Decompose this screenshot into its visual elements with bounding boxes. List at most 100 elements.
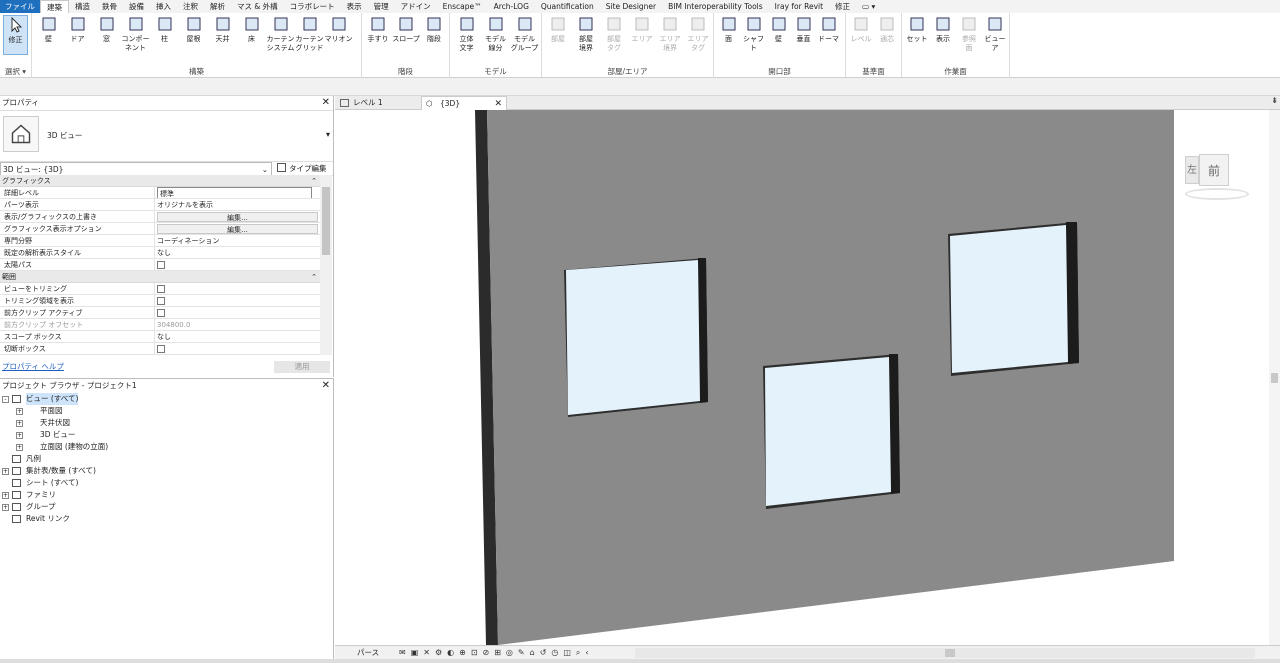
ribbon-tab[interactable]: Arch-LOG: [488, 0, 535, 13]
room-button-2[interactable]: 部屋 タグ: [600, 15, 628, 53]
room-button-5[interactable]: エリア タグ: [684, 15, 712, 53]
model-button-2[interactable]: モデル グループ: [510, 15, 539, 53]
circulation-button-0[interactable]: 手すり: [364, 15, 392, 44]
ribbon-tab[interactable]: 鉄骨: [96, 0, 123, 13]
circulation-button-1[interactable]: スロープ: [392, 15, 420, 44]
browser-item[interactable]: - ビュー (すべて): [0, 393, 333, 405]
ribbon-tab[interactable]: Quantification: [535, 0, 600, 13]
workplane-button-0[interactable]: セット: [904, 15, 930, 44]
view-horizontal-scrollbar[interactable]: [635, 648, 1255, 658]
select-group-label[interactable]: 選択 ▾: [0, 66, 31, 77]
property-value[interactable]: コーディネーション: [155, 235, 320, 246]
ribbon-tab[interactable]: Enscape™: [437, 0, 488, 13]
expand-icon[interactable]: +: [2, 468, 9, 475]
browser-item[interactable]: + 天井伏図: [0, 417, 333, 429]
close-icon[interactable]: ✕: [322, 96, 330, 110]
room-button-3[interactable]: エリア: [628, 15, 656, 44]
build-button-8[interactable]: カーテン システム: [266, 15, 295, 53]
viewcube-front-face[interactable]: 前: [1199, 154, 1229, 186]
modify-button[interactable]: 修正: [3, 15, 28, 55]
workplane-button-2[interactable]: 参照 面: [956, 15, 982, 53]
3d-view-canvas[interactable]: 左 前: [335, 110, 1269, 645]
tab-3d[interactable]: ⬡ {3D} ✕: [421, 96, 507, 110]
model-button-1[interactable]: モデル 線分: [481, 15, 510, 53]
ribbon-tab[interactable]: アドイン: [395, 0, 437, 13]
build-button-10[interactable]: マリオン: [324, 15, 353, 44]
browser-item[interactable]: シート (すべて): [0, 477, 333, 489]
property-value[interactable]: 304800.0: [155, 319, 320, 330]
model-button-0[interactable]: 立体 文字: [452, 15, 481, 53]
browser-item[interactable]: + ファミリ: [0, 489, 333, 501]
ribbon-tab[interactable]: 管理: [368, 0, 395, 13]
build-button-9[interactable]: カーテン グリッド: [295, 15, 324, 53]
close-icon[interactable]: ✕: [494, 97, 502, 111]
ribbon-tab[interactable]: BIM Interoperability Tools: [662, 0, 769, 13]
build-button-1[interactable]: ドア: [63, 15, 92, 44]
properties-scrollbar[interactable]: [320, 175, 332, 355]
ribbon-tab[interactable]: 挿入: [150, 0, 177, 13]
edit-button[interactable]: 編集...: [157, 212, 318, 222]
viewcube-left-face[interactable]: 左: [1185, 156, 1199, 184]
ribbon-menu-icon[interactable]: ▭ ▾: [856, 0, 881, 13]
expand-icon[interactable]: +: [16, 444, 23, 451]
ribbon-tab[interactable]: 解析: [204, 0, 231, 13]
room-button-4[interactable]: エリア 境界: [656, 15, 684, 53]
property-value[interactable]: なし: [155, 331, 320, 342]
opening-button-2[interactable]: 壁: [766, 15, 791, 44]
ribbon-tab[interactable]: 注釈: [177, 0, 204, 13]
opening-button-4[interactable]: ドーマ: [816, 15, 841, 44]
ribbon-tab[interactable]: コラボレート: [284, 0, 341, 13]
browser-item[interactable]: + 平面図: [0, 405, 333, 417]
workplane-button-3[interactable]: ビューア: [982, 15, 1008, 53]
expand-icon[interactable]: +: [2, 492, 9, 499]
properties-section-header[interactable]: グラフィックス ⌃: [0, 175, 320, 187]
edit-button[interactable]: 編集...: [157, 224, 318, 234]
properties-section-header[interactable]: 範囲 ⌃: [0, 271, 320, 283]
room-button-0[interactable]: 部屋: [544, 15, 572, 44]
type-selector[interactable]: 3D ビュー ▾: [0, 110, 333, 162]
expand-icon[interactable]: +: [2, 504, 9, 511]
checkbox[interactable]: [157, 285, 165, 293]
ribbon-tab[interactable]: Site Designer: [600, 0, 662, 13]
instance-selector[interactable]: 3D ビュー: {3D} ⌄: [0, 162, 272, 176]
checkbox[interactable]: [157, 261, 165, 269]
browser-item[interactable]: + 集計表/数量 (すべて): [0, 465, 333, 477]
build-button-7[interactable]: 床: [237, 15, 266, 44]
tab-level-1[interactable]: レベル 1: [335, 96, 421, 110]
build-button-0[interactable]: 壁: [34, 15, 63, 44]
datum-button-0[interactable]: レベル: [848, 15, 874, 44]
dropdown-arrow-icon[interactable]: ▾: [326, 130, 330, 139]
close-icon[interactable]: ✕: [322, 379, 330, 393]
ribbon-tab[interactable]: 構造: [69, 0, 96, 13]
browser-item[interactable]: Revit リンク: [0, 513, 333, 525]
ribbon-tab[interactable]: 表示: [341, 0, 368, 13]
view-control-icons[interactable]: ✉▣✕⚙◐⊕⊡⊘⊞◎✎⌂↺◷◫⌕‹: [399, 646, 594, 660]
property-input[interactable]: 標準: [157, 187, 312, 198]
build-button-4[interactable]: 柱: [150, 15, 179, 44]
scale-label[interactable]: パース: [357, 646, 379, 660]
edit-type-button[interactable]: タイプ編集: [277, 162, 331, 176]
viewcube[interactable]: 左 前: [1165, 150, 1249, 200]
opening-button-0[interactable]: 面: [716, 15, 741, 44]
expand-icon[interactable]: +: [16, 432, 23, 439]
build-button-5[interactable]: 屋根: [179, 15, 208, 44]
browser-item[interactable]: +3D ビュー: [0, 429, 333, 441]
build-button-6[interactable]: 天井: [208, 15, 237, 44]
apply-button[interactable]: 適用: [274, 361, 330, 373]
datum-button-1[interactable]: 通芯: [874, 15, 900, 44]
view-vertical-scrollbar[interactable]: [1269, 110, 1280, 645]
circulation-button-2[interactable]: 階段: [420, 15, 448, 44]
browser-item[interactable]: 凡例: [0, 453, 333, 465]
build-button-3[interactable]: コンポーネント: [121, 15, 150, 53]
expand-icon[interactable]: +: [16, 420, 23, 427]
expand-icon[interactable]: +: [16, 408, 23, 415]
property-value[interactable]: なし: [155, 247, 320, 258]
checkbox[interactable]: [157, 345, 165, 353]
ribbon-tab[interactable]: ファイル: [0, 0, 40, 13]
opening-button-3[interactable]: 垂直: [791, 15, 816, 44]
ribbon-tab[interactable]: 修正: [829, 0, 856, 13]
ribbon-tab[interactable]: 建築: [40, 0, 69, 13]
browser-item[interactable]: + 立面図 (建物の立面): [0, 441, 333, 453]
ribbon-tab[interactable]: マス & 外構: [231, 0, 284, 13]
tab-menu-icon[interactable]: ⇟: [1271, 96, 1278, 105]
